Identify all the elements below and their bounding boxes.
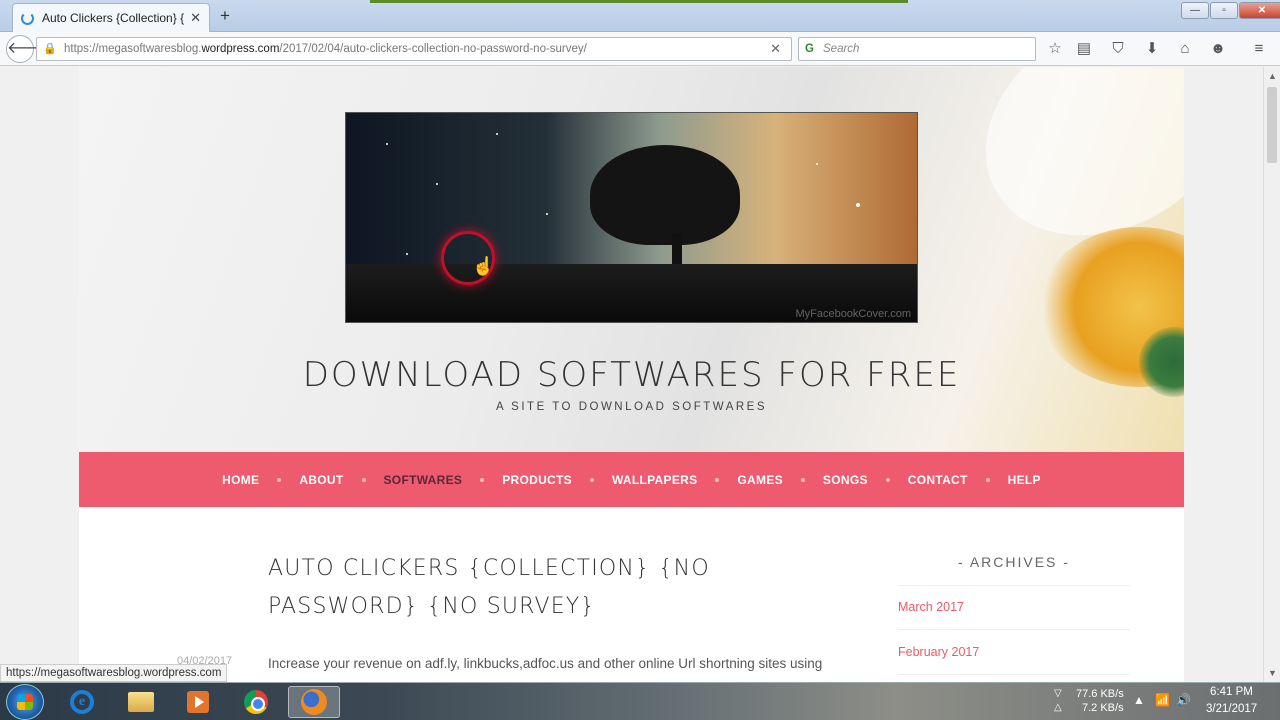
browser-tab[interactable]: Auto Clickers {Collection} {... ✕	[12, 3, 210, 32]
navigation-toolbar: 🡐 🔒 https://megasoftwaresblog.wordpress.…	[0, 32, 1280, 66]
maximize-button[interactable]: ▫	[1210, 2, 1238, 19]
ie-icon: e	[70, 690, 94, 714]
taskbar-explorer[interactable]	[115, 686, 167, 718]
status-link-tooltip: https://megasoftwaresblog.wordpress.com	[0, 664, 228, 682]
tab-title: Auto Clickers {Collection} {...	[42, 11, 185, 25]
url-prefix: https://megasoftwaresblog.	[64, 43, 202, 55]
media-player-icon	[187, 691, 209, 713]
header-banner-image[interactable]: ☝ MyFacebookCover.com	[345, 112, 918, 323]
search-engine-icon[interactable]: G	[805, 38, 814, 60]
back-button[interactable]: 🡐	[6, 35, 50, 63]
star-icon[interactable]: ☆	[1045, 39, 1065, 59]
chrome-icon	[244, 690, 268, 714]
main-menu: HOME ABOUT SOFTWARES PRODUCTS WALLPAPERS…	[79, 452, 1184, 507]
reading-list-icon[interactable]: ▤	[1074, 39, 1094, 59]
url-path: /2017/02/04/auto-clickers-collection-no-…	[279, 43, 587, 55]
home-icon[interactable]: ⌂	[1175, 39, 1195, 59]
archive-link-february-2017[interactable]: February 2017	[898, 645, 979, 659]
scroll-thumb[interactable]	[1267, 87, 1277, 163]
post-title-line-2: PASSWORD} {NO SURVEY}	[268, 594, 596, 619]
post-excerpt: Increase your revenue on adf.ly, linkbuc…	[268, 656, 823, 671]
tab-bar: Auto Clickers {Collection} {... ✕ + — ▫ …	[0, 0, 1280, 32]
divider	[898, 674, 1130, 675]
page-scrollbar[interactable]: ▲ ▼	[1263, 67, 1280, 682]
menu-item-about[interactable]: ABOUT	[299, 473, 343, 487]
clock-time[interactable]: 6:41 PM	[1210, 686, 1253, 698]
tab-close-icon[interactable]: ✕	[190, 10, 201, 26]
chat-icon[interactable]: ☻	[1208, 39, 1228, 59]
start-orb-icon[interactable]	[6, 684, 44, 720]
search-input[interactable]: G Search	[798, 37, 1036, 61]
show-hidden-icons-icon[interactable]: ▲	[1133, 693, 1145, 707]
divider	[898, 629, 1130, 630]
scroll-up-icon[interactable]: ▲	[1268, 71, 1277, 81]
volume-icon[interactable]: 🔊	[1176, 693, 1191, 707]
hand-cursor-icon: ☝	[472, 256, 495, 276]
post-title-line-1: AUTO CLICKERS {COLLECTION} {NO	[268, 556, 710, 581]
menu-item-songs[interactable]: SONGS	[823, 473, 868, 487]
menu-item-products[interactable]: PRODUCTS	[502, 473, 572, 487]
clock-date[interactable]: 3/21/2017	[1206, 703, 1257, 715]
archives-widget-title: - ARCHIVES -	[958, 554, 1070, 570]
stop-loading-icon[interactable]: ✕	[770, 38, 781, 60]
download-icon[interactable]: ⬇	[1142, 39, 1162, 59]
window-controls: — ▫ ✕	[1180, 2, 1280, 19]
search-placeholder: Search	[823, 43, 860, 55]
page-viewport: ☝ MyFacebookCover.com DOWNLOAD SOFTWARES…	[0, 67, 1263, 682]
menu-item-contact[interactable]: CONTACT	[908, 473, 968, 487]
minimize-button[interactable]: —	[1181, 2, 1209, 19]
scroll-down-icon[interactable]: ▼	[1268, 668, 1277, 678]
progress-line	[370, 0, 908, 3]
taskbar-ie[interactable]: e	[56, 686, 108, 718]
net-download-speed: 77.6 KB/s	[1076, 688, 1124, 700]
menu-item-help[interactable]: HELP	[1008, 473, 1041, 487]
site-header: ☝ MyFacebookCover.com DOWNLOAD SOFTWARES…	[79, 67, 1184, 452]
network-down-icon: ▽	[1054, 688, 1062, 699]
close-window-button[interactable]: ✕	[1239, 2, 1280, 19]
menu-item-home[interactable]: HOME	[222, 473, 259, 487]
firefox-icon	[301, 689, 327, 715]
hamburger-menu-icon[interactable]: ≡	[1249, 39, 1269, 59]
site-title[interactable]: DOWNLOAD SOFTWARES FOR FREE	[79, 355, 1184, 395]
taskbar-media-player[interactable]	[172, 686, 224, 718]
menu-item-softwares[interactable]: SOFTWARES	[384, 473, 463, 487]
banner-watermark: MyFacebookCover.com	[795, 308, 911, 320]
network-signal-icon[interactable]: 📶	[1155, 693, 1170, 707]
loading-spinner-icon	[21, 11, 34, 25]
url-bar[interactable]: 🔒 https://megasoftwaresblog.wordpress.co…	[36, 37, 792, 61]
menu-item-games[interactable]: GAMES	[737, 473, 783, 487]
site-tagline: A SITE TO DOWNLOAD SOFTWARES	[495, 401, 768, 413]
net-upload-speed: 7.2 KB/s	[1082, 702, 1124, 714]
pocket-icon[interactable]: ⛉	[1108, 39, 1128, 59]
taskbar-firefox[interactable]	[288, 686, 340, 718]
website: ☝ MyFacebookCover.com DOWNLOAD SOFTWARES…	[79, 67, 1184, 682]
archive-link-march-2017[interactable]: March 2017	[898, 600, 964, 614]
url-domain: wordpress.com	[201, 43, 280, 55]
network-up-icon: △	[1054, 702, 1062, 713]
new-tab-button[interactable]: +	[220, 6, 230, 26]
menu-item-wallpapers[interactable]: WALLPAPERS	[612, 473, 697, 487]
divider	[898, 585, 1130, 586]
folder-icon	[128, 692, 154, 712]
post-title[interactable]: AUTO CLICKERS {COLLECTION} {NO PASSWORD}…	[268, 550, 828, 626]
lock-icon: 🔒	[43, 43, 57, 55]
taskbar-chrome[interactable]	[230, 686, 282, 718]
tree-silhouette	[590, 145, 740, 245]
